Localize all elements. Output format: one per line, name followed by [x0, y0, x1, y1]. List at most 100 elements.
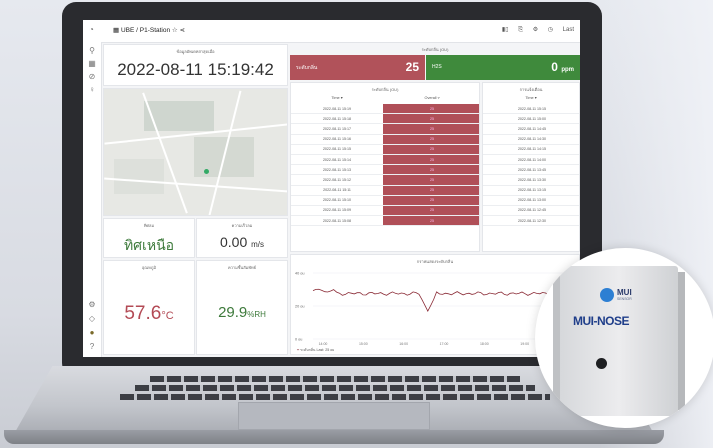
- table-cell-time: 2022-08-11 15:17: [291, 123, 383, 135]
- table-cell-overall: 25: [383, 185, 479, 196]
- h2s-stat: H2S 0 ppm: [426, 55, 580, 80]
- temperature-value: 57.6: [124, 303, 162, 324]
- wind-speed-panel: ความเร็วลม 0.00 m/s: [196, 218, 288, 258]
- datetime-panel: ข้อมูลอัพเดทล่าสุดเมื่อ 2022-08-11 15:19…: [103, 44, 288, 86]
- table-row: 2022-08-11 14:30: [483, 134, 579, 145]
- table-cell-overall: 25: [383, 195, 479, 206]
- odor-table-title: ระดับกลิ่น (OU): [371, 87, 399, 92]
- keyboard-row: [150, 376, 520, 382]
- gear-icon[interactable]: ⚙: [533, 27, 538, 33]
- side-nav: ⚲ ▦ ⊘ ♀ ⚙ ◇ ● ?: [83, 42, 102, 357]
- star-icon[interactable]: ☆: [172, 27, 178, 34]
- grafana-logo-icon[interactable]: ◔: [89, 25, 94, 34]
- datetime-title: ข้อมูลอัพเดทล่าสุดเมื่อ: [176, 49, 215, 54]
- x-tick-label: 14:00: [319, 342, 328, 346]
- table-row: 2022-08-11 15:18 25: [291, 113, 479, 125]
- table-cell-time: 2022-08-11 13:00: [483, 195, 579, 206]
- table-row: 2022-08-11 15:10 25: [291, 195, 479, 206]
- table-row: 2022-08-11 14:00: [483, 154, 579, 166]
- column-header-overall-label: Overall: [424, 96, 437, 100]
- table-cell-time: 2022-08-11 15:15: [483, 104, 579, 115]
- column-header-time-label: Time: [331, 96, 340, 100]
- temperature-unit: °C: [161, 310, 174, 322]
- alert-table-body: 2022-08-11 15:15 2022-08-11 15:00 2022-08-…: [483, 104, 579, 227]
- table-row: 2022-08-11 13:00: [483, 195, 579, 206]
- table-cell-overall: 25: [383, 215, 479, 227]
- odor-table: 2022-08-11 15:19 25 2022-08-11 15:18 25 2022…: [291, 104, 479, 227]
- humidity-value: 29.9: [218, 304, 248, 321]
- table-cell-overall: 25: [383, 205, 479, 217]
- table-cell-time: 2022-08-11 15:14: [291, 154, 383, 166]
- station-marker-icon[interactable]: [204, 169, 209, 174]
- x-tick-label: 19:00: [520, 342, 529, 346]
- user-avatar-icon[interactable]: ●: [87, 328, 97, 338]
- device-brand: MUI: [617, 288, 632, 297]
- x-tick-label: 16:00: [399, 342, 408, 346]
- time-range-label: Last: [562, 27, 574, 33]
- alert-column-header-time-label: Time: [525, 96, 534, 100]
- odor-stat-value: 25: [405, 60, 419, 74]
- odor-table-panel: ระดับกลิ่น (OU) Time ▾ Overall ▿ 2022-08…: [290, 82, 480, 252]
- odor-table-body: 2022-08-11 15:19 25 2022-08-11 15:18 25 2022…: [291, 104, 479, 227]
- temperature-panel: อุณหภูมิ 57.6°C: [103, 260, 195, 355]
- map-view[interactable]: [104, 89, 287, 215]
- table-cell-time: 2022-08-11 15:16: [291, 134, 383, 145]
- scene: ◔ ▦ UBE / P1-Station ☆ ⋖ ▮▯ ⎘ ⚙ ◷ Last ⚲…: [0, 0, 713, 448]
- y-tick-label: 0 ou: [295, 338, 302, 342]
- x-tick-label: 18:00: [480, 342, 489, 346]
- y-tick-label: 40 ou: [295, 272, 305, 276]
- table-cell-time: 2022-08-11 13:45: [483, 164, 579, 176]
- save-icon[interactable]: ⎘: [518, 27, 523, 33]
- table-cell-overall: 25: [383, 164, 479, 176]
- device-side-right: [678, 272, 685, 410]
- device-side-left: [553, 272, 560, 410]
- column-header-time[interactable]: Time ▾: [291, 95, 383, 100]
- alert-bell-icon[interactable]: ♀: [87, 85, 97, 95]
- explore-icon[interactable]: ⊘: [87, 72, 97, 82]
- table-row: 2022-08-11 15:11 25: [291, 185, 479, 196]
- table-cell-overall: 25: [383, 174, 479, 186]
- share-icon[interactable]: ⋖: [180, 27, 185, 34]
- table-row: 2022-08-11 15:00: [483, 113, 579, 125]
- table-cell-overall: 25: [383, 154, 479, 166]
- table-cell-time: 2022-08-11 15:10: [291, 195, 383, 206]
- table-cell-time: 2022-08-11 14:30: [483, 134, 579, 145]
- table-cell-overall: 25: [383, 134, 479, 145]
- x-tick-label: 15:00: [359, 342, 368, 346]
- device-connector: [596, 358, 607, 369]
- odor-series-line: [312, 288, 576, 312]
- device-name: MUI-NOSE: [573, 314, 630, 328]
- map-panel: [103, 88, 288, 216]
- table-cell-time: 2022-08-11 15:00: [483, 113, 579, 125]
- h2s-stat-readout: 0 ppm: [551, 60, 574, 74]
- search-icon[interactable]: ⚲: [87, 46, 97, 56]
- breadcrumb[interactable]: ▦ UBE / P1-Station ☆ ⋖: [113, 26, 185, 34]
- alert-table-panel: การแจ้งเตือน Time ▾ 2022-08-11 15:15 2022…: [482, 82, 580, 252]
- column-header-overall[interactable]: Overall ▿: [383, 95, 479, 100]
- help-icon[interactable]: ?: [87, 342, 97, 352]
- wind-direction-panel: ทิศลม ทิศเหนือ: [103, 218, 195, 258]
- table-row: 2022-08-11 15:12 25: [291, 174, 479, 186]
- table-cell-time: 2022-08-11 15:09: [291, 205, 383, 217]
- table-cell-time: 2022-08-11 15:19: [291, 104, 383, 115]
- table-cell-time: 2022-08-11 14:15: [483, 144, 579, 155]
- config-icon[interactable]: ⚙: [87, 300, 97, 310]
- wind-speed-value: 0.00: [219, 234, 248, 250]
- odor-header: ระดับกลิ่น (OU): [290, 44, 580, 54]
- dashboards-icon[interactable]: ▦: [87, 59, 97, 69]
- keyboard-row: [120, 394, 550, 400]
- bar-chart-icon[interactable]: ▮▯: [502, 27, 509, 33]
- device-brand-sub: SENSOR: [617, 297, 632, 301]
- table-row: 2022-08-11 15:15 25: [291, 144, 479, 155]
- temperature-title: อุณหภูมิ: [141, 265, 157, 270]
- alert-column-header-time[interactable]: Time ▾: [483, 95, 579, 100]
- wind-speed-unit: m/s: [251, 240, 265, 249]
- clock-icon[interactable]: ◷ Last: [548, 27, 574, 33]
- table-cell-time: 2022-08-11 15:15: [291, 144, 383, 155]
- humidity-readout: 29.9%RH: [197, 304, 287, 321]
- shield-icon[interactable]: ◇: [87, 314, 97, 324]
- top-bar: ◔ ▦ UBE / P1-Station ☆ ⋖ ▮▯ ⎘ ⚙ ◷ Last: [83, 20, 580, 43]
- table-row: 2022-08-11 15:09 25: [291, 205, 479, 217]
- table-cell-time: 2022-08-11 15:13: [291, 164, 383, 176]
- wind-speed-title: ความเร็วลม: [231, 223, 253, 228]
